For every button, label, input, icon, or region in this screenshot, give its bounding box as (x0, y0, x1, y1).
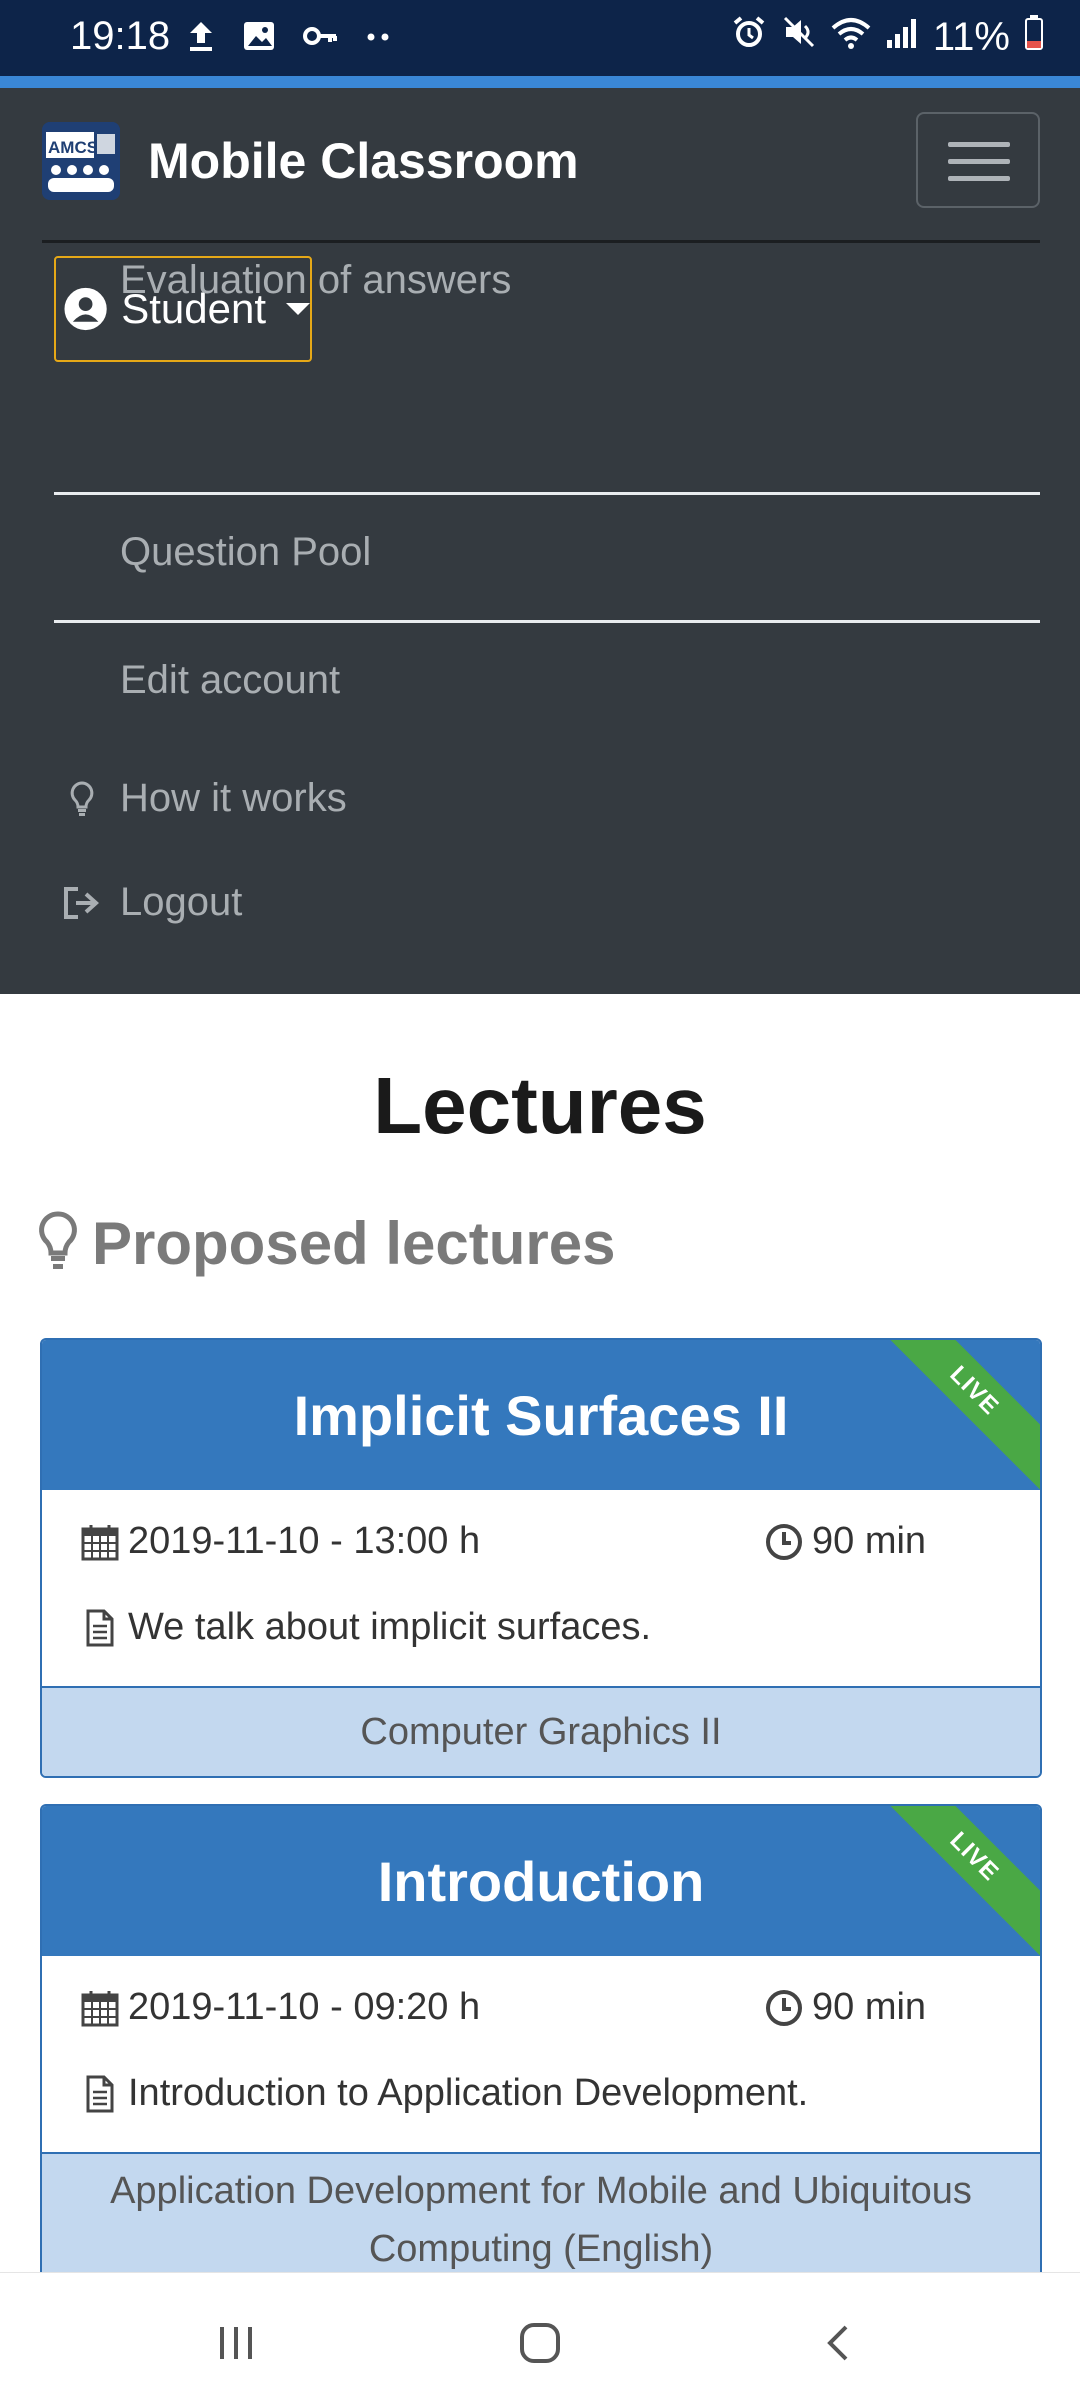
document-icon (86, 1609, 114, 1646)
lecture-course: Application Development for Mobile and U… (42, 2152, 1040, 2282)
recents-icon (220, 2327, 252, 2359)
lecture-card[interactable]: Introduction LIVE 2019-11-10 - 09:20 h 9… (40, 1804, 1042, 2284)
menu-item-edit-account[interactable]: Edit account (120, 658, 340, 703)
lecture-card-header: Introduction LIVE (42, 1806, 1040, 1956)
home-button[interactable] (510, 2313, 570, 2373)
signal-icon (885, 15, 919, 60)
nav-link-logout[interactable]: Logout (60, 880, 242, 925)
nav-link-how-it-works[interactable]: How it works (60, 776, 347, 821)
lecture-duration-text: 90 min (812, 1520, 927, 1562)
lightbulb-icon (36, 1208, 80, 1278)
lecture-duration-text: 90 min (812, 1986, 927, 2028)
calendar-icon (81, 1990, 119, 2026)
key-icon (302, 22, 340, 55)
mute-icon (781, 14, 817, 60)
hamburger-icon-bar (948, 176, 1010, 181)
lecture-course: Computer Graphics II (42, 1686, 1040, 1776)
lecture-duration: 90 min (764, 1986, 926, 2029)
live-badge: LIVE (865, 1806, 1040, 1956)
section-title-text: Proposed lectures (92, 1209, 616, 1277)
lecture-card[interactable]: Implicit Surfaces II LIVE 2019-11-10 - 1… (40, 1338, 1042, 1778)
dropdown-divider (54, 620, 1040, 623)
home-icon (520, 2323, 560, 2363)
status-time: 19:18 (70, 14, 171, 58)
back-button[interactable] (810, 2313, 870, 2373)
battery-icon (1024, 14, 1044, 60)
navbar-divider (42, 240, 1040, 243)
lightbulb-icon (60, 777, 104, 821)
more-dots-icon (366, 29, 392, 47)
upload-icon (186, 19, 216, 58)
lecture-title: Implicit Surfaces II (293, 1383, 789, 1447)
section-title: Proposed lectures (36, 1208, 616, 1278)
recents-button[interactable] (206, 2313, 266, 2373)
lecture-card-body: 2019-11-10 - 09:20 h 90 min Introduction… (42, 1956, 1040, 2152)
lecture-datetime: 2019-11-10 - 13:00 h (80, 1520, 480, 1563)
lecture-datetime-text: 2019-11-10 - 13:00 h (128, 1520, 481, 1562)
lecture-description: We talk about implicit surfaces. (80, 1606, 651, 1649)
brand-logo: AMCS (42, 122, 120, 200)
menu-item-question-pool[interactable]: Question Pool (120, 530, 371, 575)
accent-line (0, 76, 1080, 88)
lecture-title: Introduction (377, 1849, 705, 1913)
brand-name: Mobile Classroom (148, 133, 579, 189)
lecture-card-header: Implicit Surfaces II LIVE (42, 1340, 1040, 1490)
logout-icon (60, 881, 104, 925)
navbar: AMCS Mobile Classroom Student Evaluation… (0, 88, 1080, 994)
battery-text: 11% (932, 14, 1010, 59)
lecture-card-body: 2019-11-10 - 13:00 h 90 min We talk abou… (42, 1490, 1040, 1686)
system-navigation-bar (0, 2272, 1080, 2401)
hamburger-icon-bar (948, 159, 1010, 164)
wifi-icon (831, 15, 871, 60)
lecture-datetime-text: 2019-11-10 - 09:20 h (128, 1986, 481, 2028)
nav-link-label: Logout (120, 880, 243, 924)
clock-icon (766, 1989, 802, 2026)
document-icon (86, 2075, 114, 2112)
calendar-icon (81, 1524, 119, 1560)
lecture-datetime: 2019-11-10 - 09:20 h (80, 1986, 480, 2029)
lecture-description-text: We talk about implicit surfaces. (128, 1606, 652, 1648)
brand-logo-text: AMCS (48, 138, 98, 157)
lecture-description: Introduction to Application Development. (80, 2072, 808, 2115)
brand-link[interactable]: AMCS Mobile Classroom (42, 122, 579, 200)
lecture-description-text: Introduction to Application Development. (128, 2072, 809, 2114)
user-circle-icon (64, 287, 107, 331)
menu-toggle-button[interactable] (916, 112, 1040, 208)
page-title: Lectures (373, 1061, 707, 1150)
hamburger-icon-bar (948, 142, 1010, 147)
dropdown-divider (54, 492, 1040, 495)
menu-item-evaluation-of-answers[interactable]: Evaluation of answers (120, 258, 511, 303)
status-bar: 19:18 11% (0, 0, 1080, 76)
clock-icon (766, 1523, 802, 1560)
alarm-icon (731, 14, 767, 60)
lecture-duration: 90 min (764, 1520, 926, 1563)
live-badge: LIVE (865, 1340, 1040, 1490)
nav-link-label: How it works (120, 776, 347, 820)
image-icon (242, 20, 276, 57)
back-icon (827, 2325, 848, 2361)
caret-down-icon (286, 303, 310, 315)
